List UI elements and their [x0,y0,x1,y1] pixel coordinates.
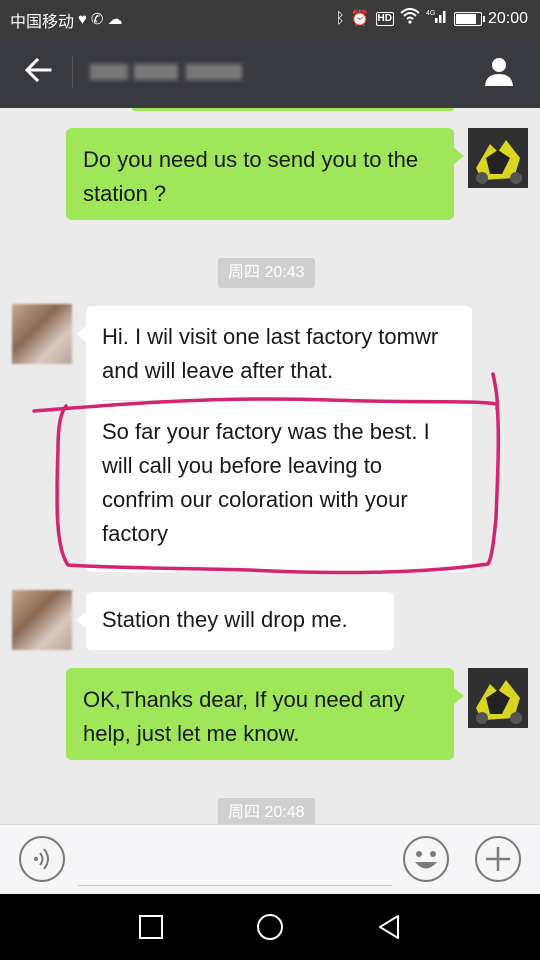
status-bar: 中国移动 ♥ ✆ ☁ ᛒ ⏰ HD 4G 20:00 [0,0,540,36]
previous-message-edge [132,108,454,111]
clock: 20:00 [487,9,528,27]
hd-icon: HD [375,11,394,26]
signal-icon: 4G [426,8,448,29]
message-text-part-1: Hi. I wil visit one last factory tomwr a… [102,324,439,383]
square-recents-icon[interactable] [136,912,166,942]
outgoing-message-bubble[interactable]: OK,Thanks dear, If you need any help, ju… [66,668,464,760]
contact-name-redacted [90,58,250,86]
timestamp: 周四 20:48 [218,798,315,824]
cloud-icon: ☁ [107,11,123,28]
my-avatar[interactable] [468,128,528,188]
my-avatar[interactable] [468,668,528,728]
header-divider [72,56,73,88]
input-bar [0,824,540,895]
triangle-back-icon[interactable] [374,912,404,942]
circle-home-icon[interactable] [255,912,285,942]
status-left: 中国移动 ♥ ✆ ☁ [10,8,123,32]
contact-avatar[interactable] [12,590,72,650]
message-text: Do you need us to send you to the statio… [83,147,419,206]
message-divider [102,400,458,401]
smiley-icon[interactable] [402,835,450,883]
message-list[interactable]: Do you need us to send you to the statio… [0,108,540,824]
voice-icon[interactable] [18,835,66,883]
message-input[interactable] [78,837,392,886]
status-right: ᛒ ⏰ HD 4G 20:00 [336,8,528,29]
bluetooth-icon: ᛒ [335,9,345,27]
wifi-icon [400,8,420,29]
alarm-icon: ⏰ [350,9,370,27]
message-text-part-2: So far your factory was the best. I will… [102,419,430,546]
contact-avatar[interactable] [12,304,72,364]
outgoing-message-bubble[interactable]: Do you need us to send you to the statio… [66,128,464,220]
system-navigation-bar [0,894,540,960]
network-type: 4G [426,10,435,17]
incoming-message-bubble[interactable]: Hi. I wil visit one last factory tomwr a… [76,306,472,572]
person-icon[interactable] [482,54,516,88]
whatsapp-icon: ✆ [90,11,104,28]
heart-icon: ♥ [78,11,87,28]
incoming-message-bubble[interactable]: Station they will drop me. [76,592,394,650]
chat-header [0,36,540,108]
battery-level [455,13,476,24]
arrow-left-icon[interactable] [22,54,54,86]
battery-icon [453,11,485,26]
carrier-name: 中国移动 [10,14,75,31]
timestamp: 周四 20:43 [218,258,315,288]
message-text: Station they will drop me. [102,607,348,632]
plus-icon[interactable] [474,835,522,883]
message-text: OK,Thanks dear, If you need any help, ju… [83,687,405,746]
